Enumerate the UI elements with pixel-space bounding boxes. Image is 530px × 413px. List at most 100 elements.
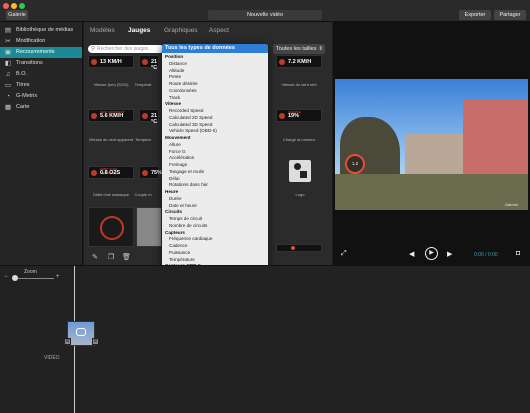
dropdown-selected-item[interactable]: Tous les types de données	[162, 44, 268, 53]
gauge-caption: Vitesse du vent réel	[281, 82, 317, 87]
gauge-value: 13 KM/H	[100, 59, 122, 65]
search-input[interactable]: ⚲ Rechercher des jauges	[88, 45, 164, 53]
chevron-updown-icon: ⇕	[318, 46, 323, 52]
dropdown-option[interactable]: Durée	[162, 196, 268, 203]
gauge-tile[interactable]: VENT APPARENT 5.6 KM/H	[88, 109, 134, 122]
trash-icon[interactable]: 🗑	[122, 253, 131, 261]
duplicate-icon[interactable]: ❐	[108, 253, 114, 261]
dropdown-option[interactable]: Freinage	[162, 162, 268, 169]
zoom-in-icon[interactable]: +	[56, 274, 60, 280]
tab-templates[interactable]: Modèles	[90, 27, 115, 34]
tab-gauges[interactable]: Jauges	[128, 27, 150, 34]
camera-icon[interactable]: ◘	[516, 250, 520, 257]
size-select[interactable]: Toutes les tailles ⇕	[273, 44, 325, 54]
close-window-button[interactable]	[3, 3, 9, 9]
sidebar-item-label: Transitions	[16, 60, 43, 66]
zoom-slider-knob[interactable]	[12, 275, 18, 281]
dropdown-option[interactable]: Température	[162, 257, 268, 264]
mass-airflow-gauge-icon	[91, 170, 97, 176]
gauge-tile[interactable]	[276, 244, 322, 252]
gallery-button[interactable]: Galerie	[6, 10, 28, 20]
dropdown-option[interactable]: Vehicle Speed (OBD-II)	[162, 128, 268, 135]
gauge-tile[interactable]	[136, 207, 162, 247]
sidebar-item-label: G-Metrix	[16, 93, 38, 99]
preview-frame[interactable]: 1.2 Garmin	[335, 79, 528, 210]
torque-gauge-icon	[142, 170, 148, 176]
overlay-gauge[interactable]: 1.2	[345, 154, 365, 174]
zoom-window-button[interactable]	[19, 3, 25, 9]
gauge-value: 21 °C	[151, 59, 158, 71]
title-icon: ▭	[4, 82, 12, 89]
logo-gauge-tile[interactable]	[289, 160, 311, 182]
pencil-icon[interactable]: ✎	[92, 253, 98, 261]
speed-gauge-icon	[91, 59, 97, 65]
dropdown-option[interactable]: Recorded Speed	[162, 108, 268, 115]
tab-appearance[interactable]: Aspect	[209, 27, 229, 34]
dropdown-option[interactable]: Date et heure	[162, 203, 268, 210]
record-dot-icon	[291, 246, 295, 250]
gauge-tile[interactable]: 75%	[139, 166, 162, 179]
sidebar-item-soundtrack[interactable]: ♫ B.O.	[0, 69, 82, 80]
play-button[interactable]: ▶	[425, 247, 438, 260]
dropdown-option[interactable]: Calculated 2D Speed	[162, 115, 268, 122]
next-frame-icon[interactable]: ▶	[447, 250, 452, 258]
dropdown-option[interactable]: Délai	[162, 176, 268, 183]
tab-graphics[interactable]: Graphiques	[164, 27, 198, 34]
gauge-tile[interactable]: 21 °C	[139, 55, 159, 71]
gauge-tile[interactable]: 21 °C	[139, 109, 159, 125]
sidebar-item-label: Bibliothèque de médias	[16, 27, 74, 33]
sidebar-item-transitions[interactable]: ◧ Transitions	[0, 58, 82, 69]
dropdown-option[interactable]: Calculated 3D Speed	[162, 122, 268, 129]
dropdown-section-header: Heure	[165, 189, 179, 194]
clip-left-handle[interactable]: ⧄	[64, 338, 71, 345]
export-button[interactable]: Exporter	[459, 10, 491, 20]
gauge-tile[interactable]: CHARGE 19%	[276, 109, 322, 122]
dropdown-option[interactable]: Temps de circuit	[162, 216, 268, 223]
dropdown-option[interactable]: Tangage et roulis	[162, 169, 268, 176]
dropdown-option[interactable]: Nombre de circuits	[162, 223, 268, 230]
gauge-tile[interactable]: 7.2 KM/H	[276, 55, 322, 68]
sidebar-item-overlays[interactable]: ▣ Recouvrements	[0, 47, 82, 58]
dropdown-option[interactable]: Route désirée	[162, 81, 268, 88]
sidebar-item-label: Titres	[16, 82, 30, 88]
sidebar-item-modification[interactable]: ✂ Modification	[0, 36, 82, 47]
gauge-value: 19%	[288, 113, 300, 119]
sidebar-item-map[interactable]: ▦ Carte	[0, 102, 82, 113]
clip-right-handle[interactable]: ⧄	[92, 338, 99, 345]
minimize-window-button[interactable]	[11, 3, 17, 9]
video-clip[interactable]	[67, 321, 95, 346]
search-icon: ⚲	[91, 46, 96, 52]
dropdown-option[interactable]: Force G	[162, 149, 268, 156]
dropdown-option[interactable]: Allure	[162, 142, 268, 149]
film-icon: ▤	[4, 27, 12, 34]
dropdown-section-header: Vitesse	[165, 101, 182, 107]
sidebar-item-media-library[interactable]: ▤ Bibliothèque de médias	[0, 25, 82, 36]
dropdown-option[interactable]: Cadence	[162, 243, 268, 250]
dropdown-option[interactable]: Puissance	[162, 250, 268, 257]
project-title-field[interactable]: Nouvelle vidéo	[208, 10, 322, 20]
dropdown-option[interactable]: Accélération	[162, 155, 268, 162]
sidebar-item-titles[interactable]: ▭ Titres	[0, 80, 82, 91]
wind-gauge-icon	[279, 59, 285, 65]
zoom-slider[interactable]	[12, 278, 54, 279]
dropdown-option[interactable]: Altitude	[162, 68, 268, 75]
dropdown-option[interactable]: Coordonnées	[162, 88, 268, 95]
dropdown-option[interactable]: Fréquence cardiaque	[162, 236, 268, 243]
dropdown-option[interactable]: Rotations dans l'air	[162, 182, 268, 189]
dropdown-option[interactable]: Track	[162, 95, 268, 102]
previous-frame-icon[interactable]: ◀	[409, 250, 414, 258]
fullscreen-icon[interactable]: ⤢	[341, 250, 347, 258]
dropdown-option[interactable]: Distance	[162, 61, 268, 68]
zoom-out-icon[interactable]: −	[4, 274, 8, 280]
dial-gauge-icon	[100, 216, 124, 240]
dropdown-option[interactable]: Pente	[162, 74, 268, 81]
gauge-tile[interactable]: DÉBIT D'AIR MASSIQUE 0.8 O2S	[88, 166, 134, 179]
apparent-wind-gauge-icon	[91, 113, 97, 119]
gauge-tile[interactable]: 13 KM/H	[88, 55, 134, 68]
sidebar-item-gmetrix[interactable]: ◔ G-Metrix	[0, 91, 82, 102]
gauge-tile[interactable]	[88, 207, 134, 247]
gauge-caption: Tempéra	[135, 137, 151, 142]
share-button[interactable]: Partager	[494, 10, 526, 20]
gauge-value: 0.8 O2S	[100, 170, 121, 176]
search-placeholder: Rechercher des jauges	[97, 46, 149, 52]
